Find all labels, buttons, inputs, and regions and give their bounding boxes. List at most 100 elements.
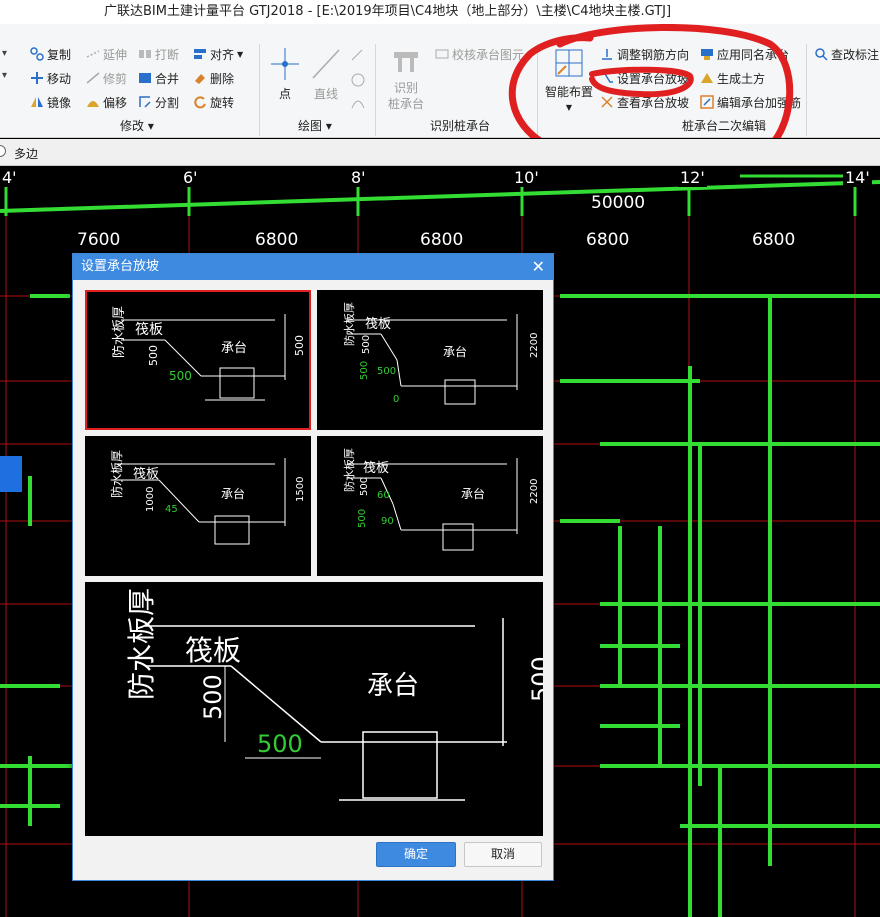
trim-button[interactable]: 修剪 xyxy=(86,68,127,88)
break-icon xyxy=(138,47,152,61)
svg-text:500: 500 xyxy=(357,509,368,528)
identify-icon xyxy=(391,46,421,80)
selected-element[interactable] xyxy=(0,456,22,492)
svg-text:500: 500 xyxy=(359,361,370,380)
close-icon[interactable]: ✕ xyxy=(532,254,545,280)
gen-earth-button[interactable]: 生成土方 xyxy=(700,68,765,88)
axis-label: 12' xyxy=(678,168,707,187)
svg-text:0: 0 xyxy=(393,394,399,405)
line-button[interactable]: 直线 xyxy=(308,46,344,102)
identify-group-label: 识别桩承台 xyxy=(430,119,491,133)
smart-layout-icon xyxy=(552,46,586,84)
rotate-button[interactable]: 旋转 xyxy=(193,92,234,112)
svg-text:防水板厚: 防水板厚 xyxy=(342,302,356,346)
slope-option-1[interactable]: 防水板厚 筏板 承台 500 500 500 xyxy=(85,290,311,430)
point-icon xyxy=(271,46,299,86)
dialog-title: 设置承台放坡 xyxy=(81,259,160,274)
move-label: 移动 xyxy=(47,71,72,86)
draw-group-label[interactable]: 绘图 ▾ xyxy=(298,117,332,134)
slope-option-2[interactable]: 防水板厚 筏板 承台 500 500 500 0 2200 xyxy=(317,290,543,430)
svg-text:承台: 承台 xyxy=(461,486,485,501)
line-icon xyxy=(309,46,343,86)
svg-text:500: 500 xyxy=(527,656,543,702)
span-dimension: 6800 xyxy=(586,230,630,250)
draw-more-icons[interactable] xyxy=(348,46,368,116)
identify-cap-button[interactable]: 识别 桩承台 xyxy=(384,46,428,112)
slope-option-4[interactable]: 防水板厚 筏板 承台 500 500 60 90 2200 xyxy=(317,436,543,576)
check-cap-button[interactable]: 校核承台图元 xyxy=(435,44,524,64)
axis-label: 14' xyxy=(843,168,872,187)
copy-label: 复制 xyxy=(47,47,72,62)
merge-label: 合并 xyxy=(155,71,180,86)
eraser-icon xyxy=(193,71,207,85)
extend-label: 延伸 xyxy=(103,47,128,62)
svg-text:承台: 承台 xyxy=(367,671,419,701)
offset-button[interactable]: 偏移 xyxy=(86,92,127,112)
svg-text:500: 500 xyxy=(361,335,372,354)
set-slope-icon xyxy=(600,71,614,85)
split-button[interactable]: 分割 xyxy=(138,92,179,112)
slope-preview-diagram: 防水板厚 筏板 承台 500 500 500 xyxy=(125,588,555,801)
align-button[interactable]: 对齐 ▼ xyxy=(193,44,243,64)
axis-label: 4' xyxy=(0,168,19,187)
query-label-button[interactable]: 查改标注 xyxy=(814,44,879,64)
svg-text:90: 90 xyxy=(381,516,394,527)
extend-button[interactable]: 延伸 xyxy=(86,44,127,64)
trim-icon xyxy=(86,71,100,85)
svg-text:500: 500 xyxy=(377,366,396,377)
delete-label: 删除 xyxy=(210,71,235,86)
svg-text:500: 500 xyxy=(257,730,303,758)
svg-text:承台: 承台 xyxy=(221,486,245,501)
svg-text:筏板: 筏板 xyxy=(185,634,241,667)
mirror-icon xyxy=(30,95,44,109)
edit-rebar-button[interactable]: 编辑承台加强筋 xyxy=(700,92,801,112)
rotate-label: 旋转 xyxy=(210,95,235,110)
svg-text:承台: 承台 xyxy=(221,341,247,356)
svg-text:防水板厚: 防水板厚 xyxy=(125,588,158,700)
trim-label: 修剪 xyxy=(103,71,128,86)
polygon-radio[interactable] xyxy=(0,145,6,157)
modify-group-label[interactable]: 修改 ▾ xyxy=(120,117,154,134)
copy-button[interactable]: 复制 xyxy=(30,44,71,64)
svg-text:500: 500 xyxy=(199,674,227,720)
svg-text:防水板厚: 防水板厚 xyxy=(342,448,356,492)
slope-preview: 防水板厚 筏板 承台 500 500 500 xyxy=(85,582,555,836)
svg-text:500: 500 xyxy=(359,477,370,496)
svg-text:1000: 1000 xyxy=(145,487,156,512)
span-dimension: 7600 xyxy=(77,230,121,250)
svg-text:2200: 2200 xyxy=(529,333,540,358)
svg-text:1500: 1500 xyxy=(295,477,306,502)
copy-icon xyxy=(30,47,44,61)
apply-same-button[interactable]: 应用同名承台 xyxy=(700,44,789,64)
ok-button[interactable]: 确定 xyxy=(376,842,456,867)
cancel-button[interactable]: 取消 xyxy=(464,842,542,867)
break-button[interactable]: 打断 xyxy=(138,44,179,64)
delete-button[interactable]: 删除 xyxy=(193,68,234,88)
ribbon-toolbar: 复制 延伸 打断 对齐 ▼ 移动 修剪 合并 删除 镜像 偏移 分割 旋转 修改 … xyxy=(0,24,880,138)
merge-button[interactable]: 合并 xyxy=(138,68,179,88)
svg-text:500: 500 xyxy=(169,369,192,383)
view-slope-button[interactable]: 查看承台放坡 xyxy=(600,92,689,112)
svg-text:承台: 承台 xyxy=(443,344,467,359)
left-collapse-arrows[interactable]: ▾ ▾ xyxy=(2,48,7,81)
set-slope-button[interactable]: 设置承台放坡 xyxy=(600,68,689,88)
slope-diagram-3: 防水板厚 筏板 承台 1000 45 1500 xyxy=(109,450,306,545)
smart-layout-button[interactable]: 智能布置 ▼ xyxy=(543,46,595,116)
slope-option-3[interactable]: 防水板厚 筏板 承台 1000 45 1500 xyxy=(85,436,311,576)
mirror-button[interactable]: 镜像 xyxy=(30,92,71,112)
move-icon xyxy=(30,71,44,85)
query-icon xyxy=(814,47,828,61)
slope-diagram-1: 防水板厚 筏板 承台 500 500 500 xyxy=(111,306,306,401)
svg-text:筏板: 筏板 xyxy=(133,466,159,482)
secondary-group-label: 桩承台二次编辑 xyxy=(682,119,767,133)
view-slope-icon xyxy=(600,95,614,109)
axis-label: 10' xyxy=(512,168,541,187)
svg-text:筏板: 筏板 xyxy=(135,321,163,338)
adjust-rebar-button[interactable]: 调整钢筋方向 xyxy=(600,44,689,64)
split-icon xyxy=(138,95,152,109)
svg-text:防水板厚: 防水板厚 xyxy=(111,306,127,358)
adjust-rebar-icon xyxy=(600,47,614,61)
move-button[interactable]: 移动 xyxy=(30,68,71,88)
point-button[interactable]: 点 xyxy=(270,46,300,102)
span-dimension: 6800 xyxy=(255,230,299,250)
